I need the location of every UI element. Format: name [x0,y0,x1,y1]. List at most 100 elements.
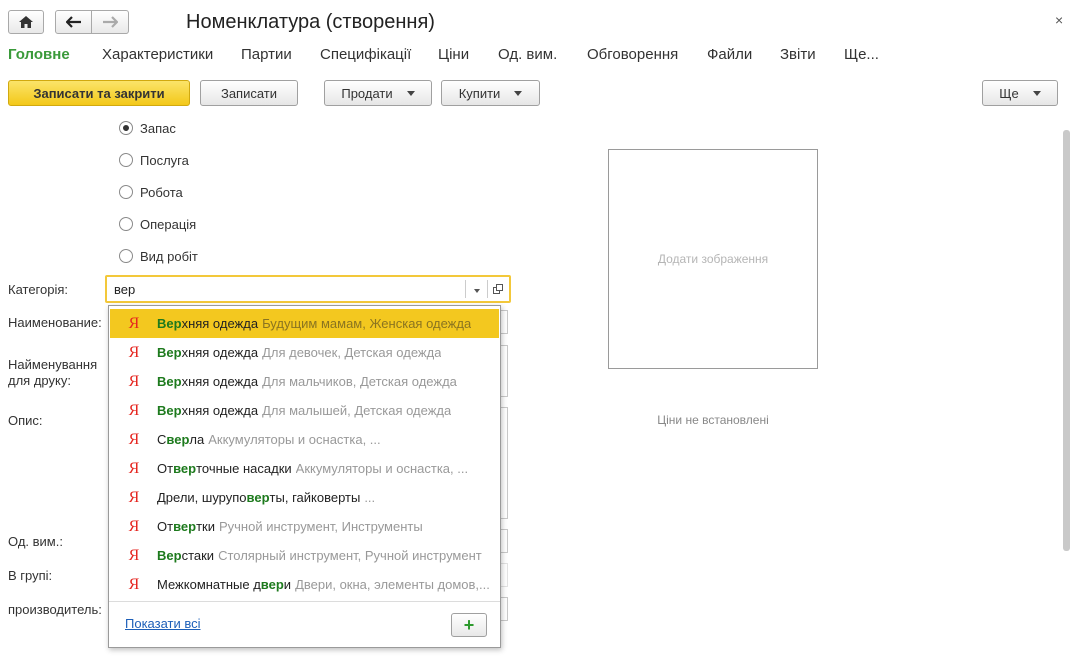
more-label: Ще [999,85,1019,101]
suggestion-title-suffix: хняя одежда [181,316,259,331]
unit-label: Од. вим.: [8,534,63,549]
print-name-label-line2: для друку: [8,373,71,388]
save-and-close-button[interactable]: Записати та закрити [8,80,190,106]
back-button[interactable] [55,10,92,34]
unit-field[interactable] [500,529,508,553]
suggestion-match-highlight: вер [166,432,190,447]
suggestion-path: Для мальчиков, Детская одежда [262,374,457,389]
suggestion-title: Верхняя одежда [157,403,258,418]
arrow-left-icon [65,16,81,28]
suggestion-path: Ручной инструмент, Инструменты [218,519,423,534]
group-label: В групі: [8,568,53,583]
sell-label: Продати [341,85,393,101]
suggestion-path: ... [364,490,376,505]
suggestion-match-highlight: Вер [157,403,182,418]
name-label: Наименование: [8,315,102,330]
print-name-field[interactable] [500,345,508,397]
suggestion-item[interactable]: Я Верхняя одежда Для мальчиков, Детская од… [110,367,499,396]
suggestion-item[interactable]: Я Межкомнатные двери Двери, окна, элементы… [110,570,499,599]
yandex-icon: Я [128,488,140,506]
description-label: Опис: [8,413,43,428]
tab-batches[interactable]: Партии [241,46,292,63]
yandex-icon: Я [128,401,140,419]
suggestion-match-highlight: Вер [157,316,182,331]
window-title: Номенклатура (створення) [186,11,435,33]
suggestion-title: Отверточные насадки [157,461,292,476]
suggestion-item[interactable]: Я Верхняя одежда Будущим мамам, Женская од… [110,309,499,338]
suggestion-item[interactable]: Я Верхняя одежда Для девочек, Детская одеж… [110,338,499,367]
category-suggestions: Я Верхняя одежда Будущим мамам, Женская од… [108,305,501,648]
open-form-icon[interactable] [493,284,503,294]
yandex-icon: Я [128,517,140,535]
tab-files[interactable]: Файли [707,46,752,63]
add-button[interactable]: + [451,613,487,637]
tab-units[interactable]: Од. вим. [498,46,557,63]
yandex-icon: Я [128,343,140,361]
tab-specifications[interactable]: Специфікації [320,46,411,63]
suggestion-match-highlight: вер [246,490,270,505]
divider [487,280,488,298]
suggestion-title: Верхняя одежда [157,345,258,360]
image-placeholder[interactable]: Додати зображення [608,149,818,369]
tab-reports[interactable]: Звіти [780,46,816,63]
suggestion-title-suffix: точные насадки [196,461,292,476]
plus-icon: + [463,614,475,635]
suggestion-match-highlight: вер [173,519,197,534]
suggestion-title-suffix: хняя одежда [181,403,259,418]
tab-prices[interactable]: Ціни [438,46,469,63]
radio-button[interactable] [119,249,133,263]
category-input[interactable]: вер [105,275,511,303]
yandex-icon: Я [128,372,140,390]
suggestion-item[interactable]: Я Верстаки Столярный инструмент, Ручной ин… [110,541,499,570]
radio-label: Робота [140,184,183,200]
tab-more[interactable]: Ще... [844,46,879,63]
suggestion-title: Отвертки [157,519,215,534]
radio-operation[interactable]: Операція [119,215,196,233]
suggestion-title: Верхняя одежда [157,374,258,389]
radio-label: Операція [140,216,197,232]
tab-discussion[interactable]: Обговорення [587,46,678,63]
description-field[interactable] [500,407,508,519]
group-field[interactable] [500,563,508,587]
suggestion-path: Будущим мамам, Женская одежда [262,316,472,331]
yandex-icon: Я [128,430,140,448]
radio-label: Послуга [140,152,189,168]
tab-characteristics[interactable]: Характеристики [102,46,213,63]
radio-button[interactable] [119,217,133,231]
name-field[interactable] [500,310,508,334]
vertical-scrollbar[interactable] [1063,130,1070,551]
dropdown-arrow-icon[interactable] [474,289,480,293]
sell-button[interactable]: Продати [324,80,432,106]
suggestion-title-prefix: От [157,461,174,476]
suggestion-match-highlight: вер [260,577,284,592]
more-button[interactable]: Ще [982,80,1058,106]
suggestion-item[interactable]: Я Отвертки Ручной инструмент, Инструменты [110,512,499,541]
suggestion-item[interactable]: Я Сверла Аккумуляторы и оснастка, ... [110,425,499,454]
close-icon[interactable]: × [1055,12,1063,28]
suggestion-title-suffix: хняя одежда [181,374,259,389]
radio-button-checked[interactable] [119,121,133,135]
radio-work-type[interactable]: Вид робіт [119,247,198,265]
radio-service[interactable]: Послуга [119,151,189,169]
suggestion-title-suffix: тки [196,519,215,534]
radio-work[interactable]: Робота [119,183,183,201]
chevron-down-icon [406,90,415,96]
tab-main[interactable]: Головне [8,46,70,63]
suggestion-item[interactable]: Я Отверточные насадки Аккумуляторы и оснас… [110,454,499,483]
suggestion-title-prefix: Межкомнатные д [157,577,261,592]
save-button[interactable]: Записати [200,80,298,106]
radio-stock[interactable]: Запас [119,119,176,137]
suggestion-title: Дрели, шуруповерты, гайковерты [157,490,360,505]
forward-button[interactable] [91,10,129,34]
radio-button[interactable] [119,153,133,167]
home-button[interactable] [8,10,44,34]
suggestion-title-suffix: ла [189,432,205,447]
show-all-link[interactable]: Показати всі [125,616,201,631]
buy-button[interactable]: Купити [441,80,540,106]
manufacturer-field[interactable] [500,597,508,621]
home-icon [19,16,33,28]
radio-button[interactable] [119,185,133,199]
suggestion-match-highlight: Вер [157,345,182,360]
suggestion-item[interactable]: Я Верхняя одежда Для малышей, Детская одеж… [110,396,499,425]
suggestion-item[interactable]: Я Дрели, шуруповерты, гайковерты... [110,483,499,512]
